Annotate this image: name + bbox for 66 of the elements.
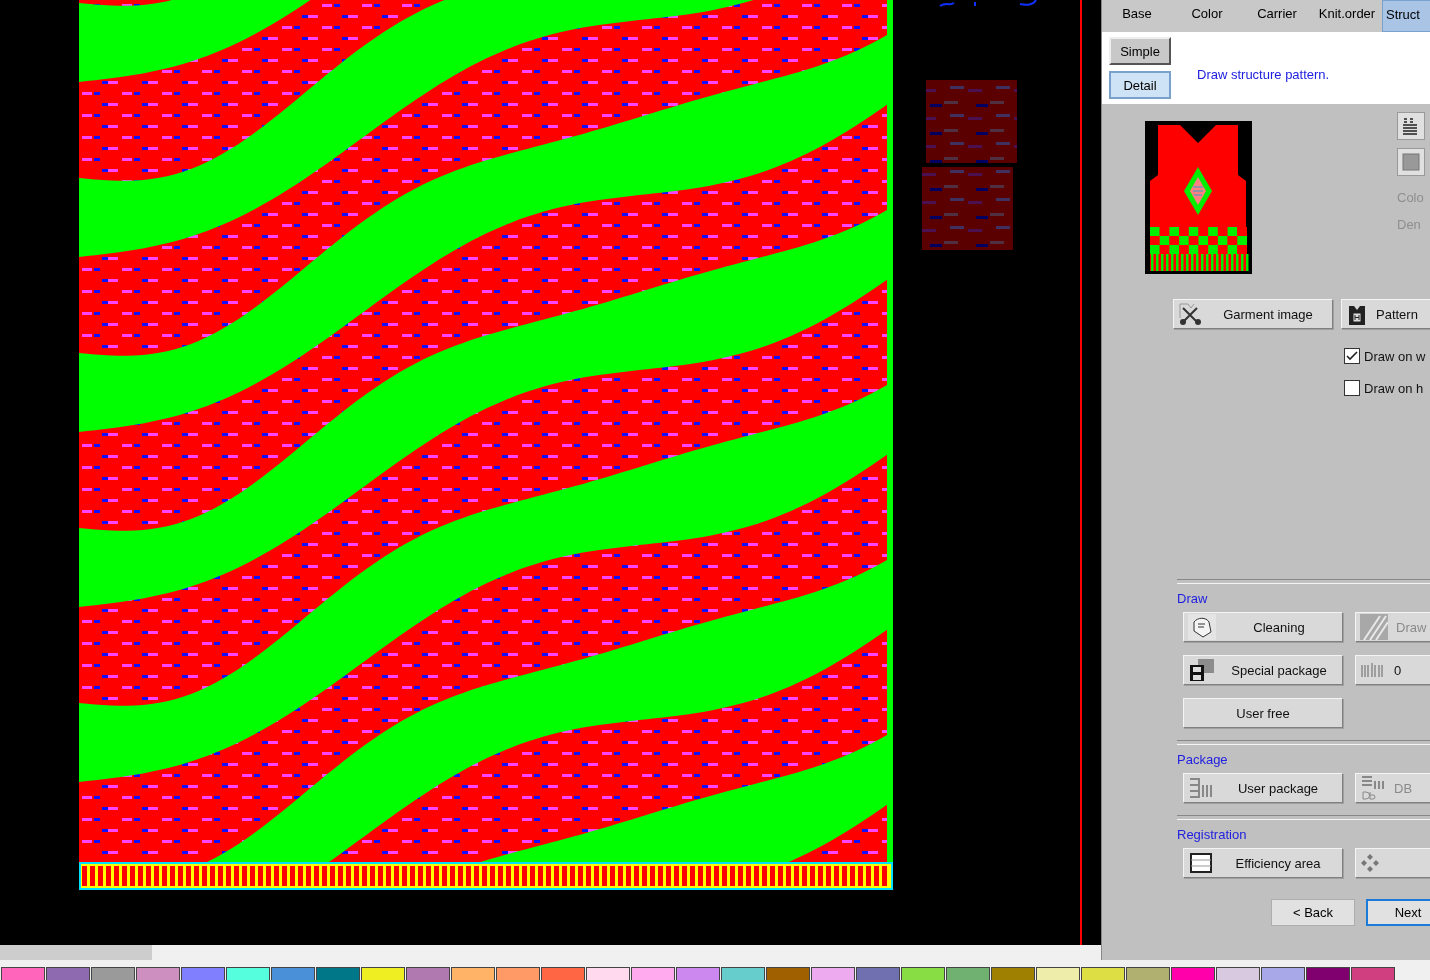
tool-button[interactable]: User package: [1183, 773, 1343, 803]
color-swatch[interactable]: [721, 967, 765, 980]
tool-button[interactable]: User free: [1183, 698, 1343, 728]
color-swatch[interactable]: [136, 967, 180, 980]
tab[interactable]: Base: [1102, 0, 1172, 32]
list-icon[interactable]: [1397, 112, 1425, 140]
tab[interactable]: Color: [1172, 0, 1242, 32]
color-swatch[interactable]: [856, 967, 900, 980]
tool-button[interactable]: Cleaning: [1183, 612, 1343, 642]
color-swatch[interactable]: [946, 967, 990, 980]
grid-square-icon[interactable]: [1397, 148, 1425, 176]
checker-icon: [1360, 853, 1380, 873]
section-title: Draw: [1177, 591, 1209, 606]
nav-button[interactable]: Next: [1366, 899, 1430, 926]
mode-button[interactable]: Simple: [1109, 37, 1171, 65]
color-swatch[interactable]: [1171, 967, 1215, 980]
color-swatch[interactable]: [901, 967, 945, 980]
image-button[interactable]: Pattern: [1341, 299, 1430, 329]
diagonal-lines-icon: [1360, 614, 1388, 640]
color-swatch[interactable]: [1036, 967, 1080, 980]
color-swatch[interactable]: [1306, 967, 1350, 980]
color-swatch[interactable]: [1216, 967, 1260, 980]
color-swatch[interactable]: [1126, 967, 1170, 980]
mode-button[interactable]: Detail: [1109, 71, 1171, 99]
color-swatch[interactable]: [766, 967, 810, 980]
bars-icon: [1360, 663, 1386, 677]
color-swatch[interactable]: [271, 967, 315, 980]
color-swatch[interactable]: [451, 967, 495, 980]
color-swatch[interactable]: [541, 967, 585, 980]
tool-button[interactable]: Efficiency area: [1183, 848, 1343, 878]
package-icon: [1188, 777, 1214, 799]
color-swatch[interactable]: [1351, 967, 1395, 980]
section-title: Registration: [1177, 827, 1248, 842]
color-swatch[interactable]: [1261, 967, 1305, 980]
tool-button[interactable]: 0: [1355, 655, 1430, 685]
tab[interactable]: Knit.order: [1312, 0, 1382, 32]
color-swatch[interactable]: [406, 967, 450, 980]
checkbox-label: Draw on w: [1364, 348, 1426, 364]
color-swatch[interactable]: [1, 967, 45, 980]
db-package-icon: [1360, 775, 1386, 801]
scissors-icon: [1178, 302, 1204, 326]
color-swatch[interactable]: [631, 967, 675, 980]
checkbox[interactable]: [1344, 348, 1360, 364]
section-title: Package: [1177, 752, 1229, 767]
color-swatch[interactable]: [586, 967, 630, 980]
floppy-disk-icon: [1188, 657, 1216, 683]
tool-button[interactable]: Special package: [1183, 655, 1343, 685]
checkbox-label: Draw on h: [1364, 380, 1424, 396]
image-button[interactable]: Garment image: [1173, 299, 1333, 329]
color-swatch[interactable]: [91, 967, 135, 980]
tab[interactable]: Carrier: [1242, 0, 1312, 32]
color-swatch[interactable]: [496, 967, 540, 980]
color-swatch[interactable]: [811, 967, 855, 980]
color-swatch[interactable]: [226, 967, 270, 980]
color-swatch[interactable]: [991, 967, 1035, 980]
color-swatch[interactable]: [181, 967, 225, 980]
color-swatch[interactable]: [46, 967, 90, 980]
color-swatch[interactable]: [316, 967, 360, 980]
checkbox[interactable]: [1344, 380, 1360, 396]
frame-icon: [1188, 851, 1214, 875]
tab[interactable]: Struct: [1382, 0, 1430, 32]
nav-button[interactable]: < Back: [1271, 899, 1355, 926]
color-swatch[interactable]: [676, 967, 720, 980]
hint-text: Draw structure pattern.: [1197, 67, 1330, 84]
color-swatch[interactable]: [1081, 967, 1125, 980]
color-swatch[interactable]: [361, 967, 405, 980]
